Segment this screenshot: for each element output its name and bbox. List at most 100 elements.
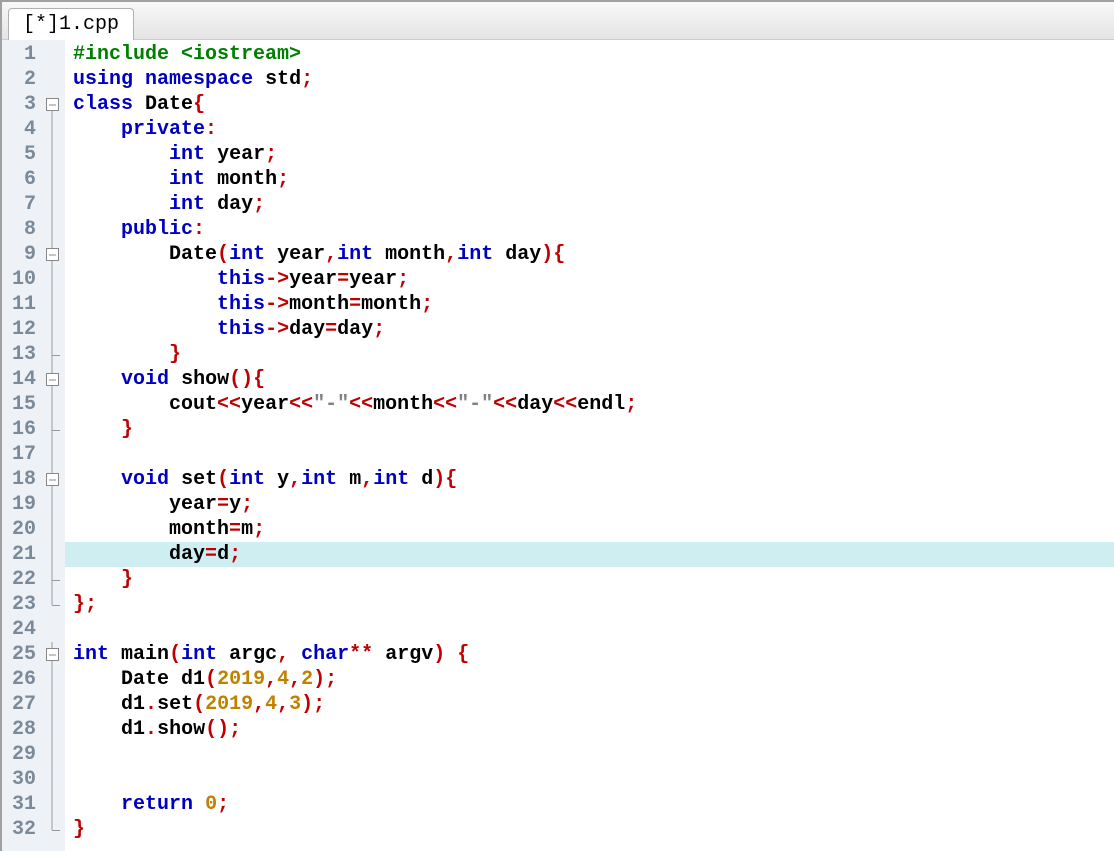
fold-row[interactable] xyxy=(39,42,65,67)
code-line[interactable] xyxy=(73,767,1114,792)
code-line[interactable]: private: xyxy=(73,117,1114,142)
code-token: (){ xyxy=(229,368,265,391)
code-token: Date xyxy=(145,93,193,116)
code-line[interactable]: return 0; xyxy=(73,792,1114,817)
fold-row[interactable] xyxy=(39,517,65,542)
line-number: 17 xyxy=(12,442,36,467)
code-token: month xyxy=(385,243,445,266)
fold-row[interactable] xyxy=(39,467,65,492)
code-line[interactable]: d1.show(); xyxy=(73,717,1114,742)
code-token xyxy=(133,93,145,116)
code-token: ); xyxy=(301,693,325,716)
fold-toggle-icon[interactable] xyxy=(46,648,59,661)
fold-row[interactable] xyxy=(39,67,65,92)
fold-toggle-icon[interactable] xyxy=(46,248,59,261)
fold-row[interactable] xyxy=(39,667,65,692)
fold-row[interactable] xyxy=(39,742,65,767)
line-number: 21 xyxy=(12,542,36,567)
code-token: argc xyxy=(229,643,277,666)
code-token xyxy=(217,643,229,666)
fold-row[interactable] xyxy=(39,542,65,567)
code-area[interactable]: #include <iostream>using namespace std;c… xyxy=(65,40,1114,851)
code-token: day xyxy=(517,393,553,416)
code-line[interactable]: int year; xyxy=(73,142,1114,167)
code-token: y xyxy=(229,493,241,516)
code-token: } xyxy=(121,418,133,441)
line-number: 29 xyxy=(12,742,36,767)
fold-row[interactable] xyxy=(39,142,65,167)
code-line[interactable]: int month; xyxy=(73,167,1114,192)
fold-row[interactable] xyxy=(39,817,65,842)
fold-toggle-icon[interactable] xyxy=(46,473,59,486)
code-line[interactable]: int day; xyxy=(73,192,1114,217)
code-token: 2019 xyxy=(205,693,253,716)
code-line[interactable]: this->day=day; xyxy=(73,317,1114,342)
line-numbers: 1234567891011121314151617181920212223242… xyxy=(2,40,39,851)
code-token: int xyxy=(373,468,409,491)
code-line[interactable]: void set(int y,int m,int d){ xyxy=(73,467,1114,492)
code-line[interactable]: month=m; xyxy=(73,517,1114,542)
fold-row[interactable] xyxy=(39,767,65,792)
fold-row[interactable] xyxy=(39,167,65,192)
line-number: 2 xyxy=(12,67,36,92)
fold-row[interactable] xyxy=(39,242,65,267)
code-token: set xyxy=(157,693,193,716)
fold-toggle-icon[interactable] xyxy=(46,373,59,386)
code-line[interactable]: } xyxy=(73,417,1114,442)
fold-toggle-icon[interactable] xyxy=(46,98,59,111)
code-token: month xyxy=(217,168,277,191)
code-line[interactable]: year=y; xyxy=(73,492,1114,517)
code-line[interactable]: this->month=month; xyxy=(73,292,1114,317)
code-line[interactable]: Date(int year,int month,int day){ xyxy=(73,242,1114,267)
code-editor[interactable]: 1234567891011121314151617181920212223242… xyxy=(2,40,1114,851)
fold-row[interactable] xyxy=(39,617,65,642)
fold-row[interactable] xyxy=(39,92,65,117)
code-line[interactable] xyxy=(73,617,1114,642)
code-line[interactable]: } xyxy=(73,342,1114,367)
code-line[interactable]: class Date{ xyxy=(73,92,1114,117)
code-line[interactable]: } xyxy=(73,817,1114,842)
code-line[interactable]: d1.set(2019,4,3); xyxy=(73,692,1114,717)
code-line[interactable]: using namespace std; xyxy=(73,67,1114,92)
code-line[interactable]: } xyxy=(73,567,1114,592)
fold-row[interactable] xyxy=(39,342,65,367)
code-line[interactable]: this->year=year; xyxy=(73,267,1114,292)
code-line[interactable]: cout<<year<<"-"<<month<<"-"<<day<<endl; xyxy=(73,392,1114,417)
line-number: 19 xyxy=(12,492,36,517)
fold-row[interactable] xyxy=(39,267,65,292)
code-token: ; xyxy=(421,293,433,316)
code-line[interactable]: void show(){ xyxy=(73,367,1114,392)
fold-row[interactable] xyxy=(39,592,65,617)
fold-row[interactable] xyxy=(39,642,65,667)
fold-row[interactable] xyxy=(39,217,65,242)
fold-row[interactable] xyxy=(39,692,65,717)
code-line[interactable] xyxy=(73,742,1114,767)
code-token: ; xyxy=(229,543,241,566)
code-token: , xyxy=(361,468,373,491)
fold-row[interactable] xyxy=(39,367,65,392)
fold-row[interactable] xyxy=(39,492,65,517)
code-line[interactable]: }; xyxy=(73,592,1114,617)
fold-row[interactable] xyxy=(39,792,65,817)
code-token: , xyxy=(289,468,301,491)
fold-row[interactable] xyxy=(39,717,65,742)
fold-row[interactable] xyxy=(39,442,65,467)
code-token: , xyxy=(445,243,457,266)
code-line[interactable]: #include <iostream> xyxy=(73,42,1114,67)
line-number: 22 xyxy=(12,567,36,592)
fold-row[interactable] xyxy=(39,292,65,317)
fold-row[interactable] xyxy=(39,117,65,142)
fold-row[interactable] xyxy=(39,192,65,217)
line-number: 7 xyxy=(12,192,36,217)
code-line[interactable]: Date d1(2019,4,2); xyxy=(73,667,1114,692)
code-line[interactable]: public: xyxy=(73,217,1114,242)
code-line[interactable]: int main(int argc, char** argv) { xyxy=(73,642,1114,667)
fold-column[interactable] xyxy=(39,40,65,851)
fold-row[interactable] xyxy=(39,567,65,592)
file-tab[interactable]: [*]1.cpp xyxy=(8,8,134,40)
fold-row[interactable] xyxy=(39,417,65,442)
fold-row[interactable] xyxy=(39,392,65,417)
code-line[interactable] xyxy=(73,442,1114,467)
fold-row[interactable] xyxy=(39,317,65,342)
code-line[interactable]: day=d; xyxy=(65,542,1114,567)
